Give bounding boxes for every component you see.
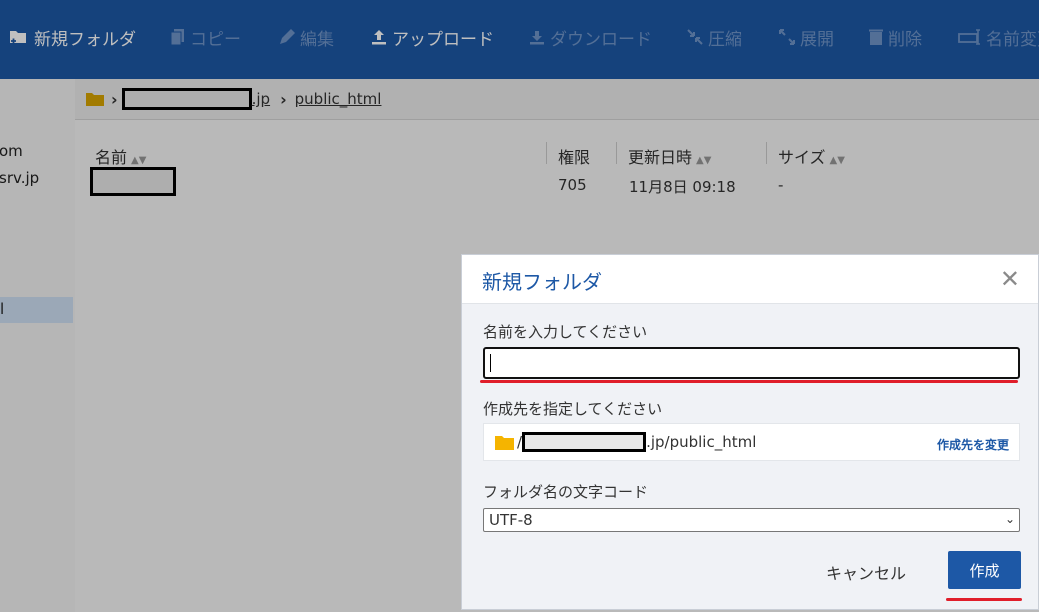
destination-path: .jp/public_html: [646, 433, 757, 451]
encoding-label: フォルダ名の文字コード: [483, 483, 649, 501]
text-caret: [490, 354, 491, 372]
close-icon[interactable]: ✕: [1000, 265, 1020, 293]
create-label: 作成: [969, 561, 1000, 580]
folder-name-input[interactable]: [483, 347, 1020, 379]
chevron-down-icon: ⌄: [1004, 512, 1015, 526]
create-button[interactable]: 作成: [948, 551, 1021, 589]
new-folder-dialog: 新規フォルダ ✕ 名前を入力してください 作成先を指定してください / .jp/…: [461, 254, 1039, 610]
dialog-header: 新規フォルダ ✕: [462, 255, 1038, 304]
name-label: 名前を入力してください: [483, 323, 648, 341]
cancel-button[interactable]: キャンセル: [826, 560, 906, 584]
change-destination-link[interactable]: 作成先を変更: [937, 436, 1009, 453]
destination-box: / .jp/public_html 作成先を変更: [483, 423, 1020, 461]
redacted-domain: [522, 432, 647, 452]
encoding-value: UTF-8: [489, 511, 533, 529]
folder-icon: [495, 435, 514, 450]
encoding-select[interactable]: UTF-8 ⌄: [483, 508, 1020, 532]
highlight-underline: [946, 598, 1022, 601]
dialog-title: 新規フォルダ: [482, 270, 602, 294]
destination-label: 作成先を指定してください: [483, 400, 663, 418]
highlight-underline: [480, 380, 1018, 383]
